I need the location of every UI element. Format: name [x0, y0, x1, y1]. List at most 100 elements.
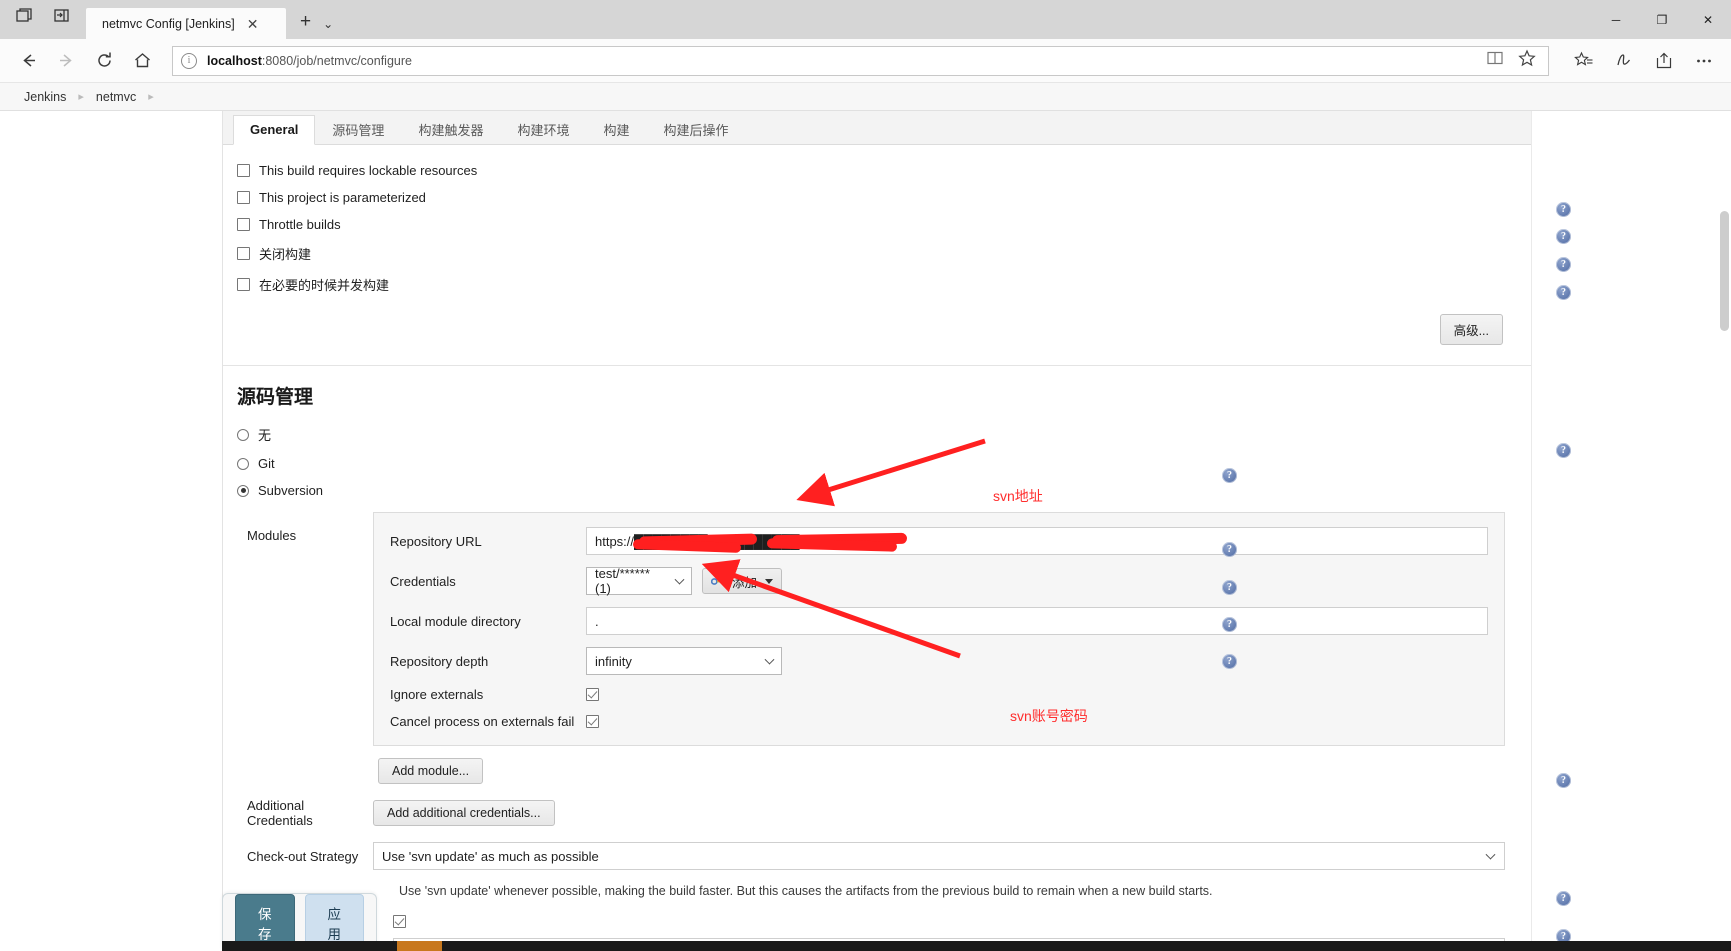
checkbox-lockable-resources[interactable]	[237, 164, 250, 177]
help-icon-concurrent-build[interactable]: ?	[1556, 285, 1571, 300]
help-icon-throttle[interactable]: ?	[1556, 229, 1571, 244]
chevron-down-icon[interactable]: ⌄	[323, 17, 343, 39]
breadcrumb-item-netmvc[interactable]: netmvc	[94, 90, 138, 104]
checkbox-parameterized[interactable]	[237, 191, 250, 204]
radio-row-git[interactable]: Git	[223, 450, 1531, 477]
favorites-hub-icon[interactable]	[1567, 45, 1601, 77]
advanced-button[interactable]: 高级...	[1439, 314, 1503, 345]
add-credentials-button[interactable]: 添加	[702, 568, 783, 594]
radio-row-subversion[interactable]: Subversion	[223, 477, 1531, 504]
tab-close-icon[interactable]: ✕	[243, 15, 263, 33]
repository-depth-value: infinity	[595, 653, 632, 669]
forward-icon[interactable]	[48, 44, 84, 78]
checkbox-row-concurrent-build[interactable]: 在必要的时候并发构建	[223, 269, 1531, 300]
help-icon-disable-build[interactable]: ?	[1556, 257, 1571, 272]
field-row-ignore-externals: Ignore externals	[390, 687, 1488, 702]
breadcrumb-item-jenkins[interactable]: Jenkins	[22, 90, 68, 104]
help-icon-repository-url[interactable]: ?	[1222, 468, 1237, 483]
credentials-value: test/****** (1)	[595, 566, 650, 596]
back-icon[interactable]	[10, 44, 46, 78]
tab-preview-icon[interactable]	[14, 5, 34, 25]
add-additional-credentials-button[interactable]: Add additional credentials...	[373, 800, 555, 826]
radio-label-subversion: Subversion	[258, 483, 324, 498]
help-icon-local-module-directory[interactable]: ?	[1222, 542, 1237, 557]
chevron-down-icon	[1485, 849, 1496, 860]
select-credentials[interactable]: test/****** (1)	[586, 566, 692, 596]
label-additional-credentials: Additional Credentials	[247, 798, 313, 828]
annotation-svn-credentials: svn账号密码	[1010, 708, 1088, 724]
checkbox-concurrent-build[interactable]	[237, 278, 250, 291]
checkbox-row-throttle-builds[interactable]: Throttle builds	[223, 211, 1531, 238]
checkbox-row-parameterized[interactable]: This project is parameterized	[223, 184, 1531, 211]
home-icon[interactable]	[124, 44, 160, 78]
refresh-icon[interactable]	[86, 44, 122, 78]
favorite-star-icon[interactable]	[1518, 49, 1536, 72]
tab-scm[interactable]: 源码管理	[315, 116, 401, 145]
field-row-local-module-directory: Local module directory .	[390, 607, 1488, 635]
input-repository-url[interactable]: https://████████/svn/███████/TestProject	[586, 527, 1488, 555]
help-icon-repository-depth[interactable]: ?	[1222, 580, 1237, 595]
jenkins-page: Jenkins ▸ netmvc ▸ General 源码管理 构建触发器 构建…	[0, 83, 1731, 951]
checkbox-ignore-externals[interactable]	[586, 688, 599, 701]
set-aside-tabs-icon[interactable]	[52, 5, 72, 25]
checkbox-disable-build[interactable]	[237, 247, 250, 260]
caret-down-icon	[765, 578, 774, 584]
advanced-button-row: 高级...	[223, 300, 1531, 361]
tab-post-build[interactable]: 构建后操作	[646, 116, 745, 145]
tab-build-triggers[interactable]: 构建触发器	[401, 116, 500, 145]
share-icon[interactable]	[1647, 45, 1681, 77]
info-icon[interactable]: i	[181, 52, 197, 69]
select-checkout-strategy[interactable]: Use 'svn update' as much as possible	[373, 842, 1505, 870]
left-sidebar	[0, 111, 222, 951]
add-credentials-label: 添加	[732, 575, 758, 590]
tab-build[interactable]: 构建	[586, 116, 646, 145]
web-notes-pen-icon[interactable]	[1607, 45, 1641, 77]
checkbox-cancel-process[interactable]	[586, 715, 599, 728]
additional-credentials-row: Additional Credentials Add additional cr…	[223, 784, 1531, 828]
close-window-button[interactable]: ✕	[1685, 0, 1731, 39]
field-row-repository-depth: Repository depth infinity	[390, 647, 1488, 675]
checkbox-label-throttle-builds: Throttle builds	[259, 217, 341, 232]
scrollbar-thumb[interactable]	[1720, 211, 1729, 331]
radio-row-none[interactable]: 无	[223, 419, 1531, 450]
checkbox-row-lockable-resources[interactable]: This build requires lockable resources	[223, 157, 1531, 184]
minimize-button[interactable]: ─	[1593, 0, 1639, 39]
checkbox-row-disable-build[interactable]: 关闭构建	[223, 238, 1531, 269]
url-path: :8080/job/netmvc/configure	[261, 53, 412, 68]
field-row-repository-url: Repository URL https://████████/svn/████…	[390, 527, 1488, 555]
right-gutter: ? ? ? ? ? ? ? ?	[1531, 111, 1731, 951]
modules-row: Modules Repository URL https://████████/…	[223, 504, 1531, 784]
help-icon-tail-1[interactable]: ?	[1556, 891, 1571, 906]
radio-scm-none[interactable]	[237, 428, 249, 441]
help-icon-additional-credentials[interactable]: ?	[1556, 773, 1571, 788]
input-local-module-directory[interactable]: .	[586, 607, 1488, 635]
radio-scm-subversion[interactable]	[237, 484, 249, 497]
help-icon-cancel-process[interactable]: ?	[1222, 654, 1237, 669]
label-repository-url: Repository URL	[390, 533, 482, 549]
maximize-button[interactable]: ❐	[1639, 0, 1685, 39]
titlebar-left-icons	[0, 0, 86, 39]
help-icon-parameterized[interactable]: ?	[1556, 202, 1571, 217]
checkout-strategy-description: Use 'svn update' whenever possible, maki…	[399, 884, 1213, 898]
page-scrollbar[interactable]	[1717, 111, 1731, 951]
tab-build-environment[interactable]: 构建环境	[500, 116, 586, 145]
checkbox-tail-option[interactable]	[393, 914, 406, 928]
address-bar[interactable]: i localhost:8080/job/netmvc/configure	[172, 45, 1549, 76]
more-settings-icon[interactable]	[1687, 45, 1721, 77]
new-tab-button[interactable]: +	[286, 11, 323, 39]
url-host: localhost	[207, 53, 262, 68]
help-icon-subversion[interactable]: ?	[1556, 443, 1571, 458]
modules-label: Modules	[247, 528, 297, 543]
help-icon-ignore-externals[interactable]: ?	[1222, 617, 1237, 632]
select-repository-depth[interactable]: infinity	[586, 647, 782, 675]
tab-general[interactable]: General	[233, 115, 316, 145]
browser-tab[interactable]: netmvc Config [Jenkins] ✕	[86, 8, 286, 39]
browser-navbar: i localhost:8080/job/netmvc/configure	[0, 39, 1731, 83]
checkbox-throttle-builds[interactable]	[237, 218, 250, 231]
add-module-button[interactable]: Add module...	[378, 758, 484, 784]
breadcrumb-separator-icon: ▸	[78, 91, 84, 103]
radio-scm-git[interactable]	[237, 457, 249, 470]
label-repository-depth: Repository depth	[390, 653, 489, 669]
key-icon	[711, 576, 726, 587]
reading-view-icon[interactable]	[1486, 49, 1504, 72]
